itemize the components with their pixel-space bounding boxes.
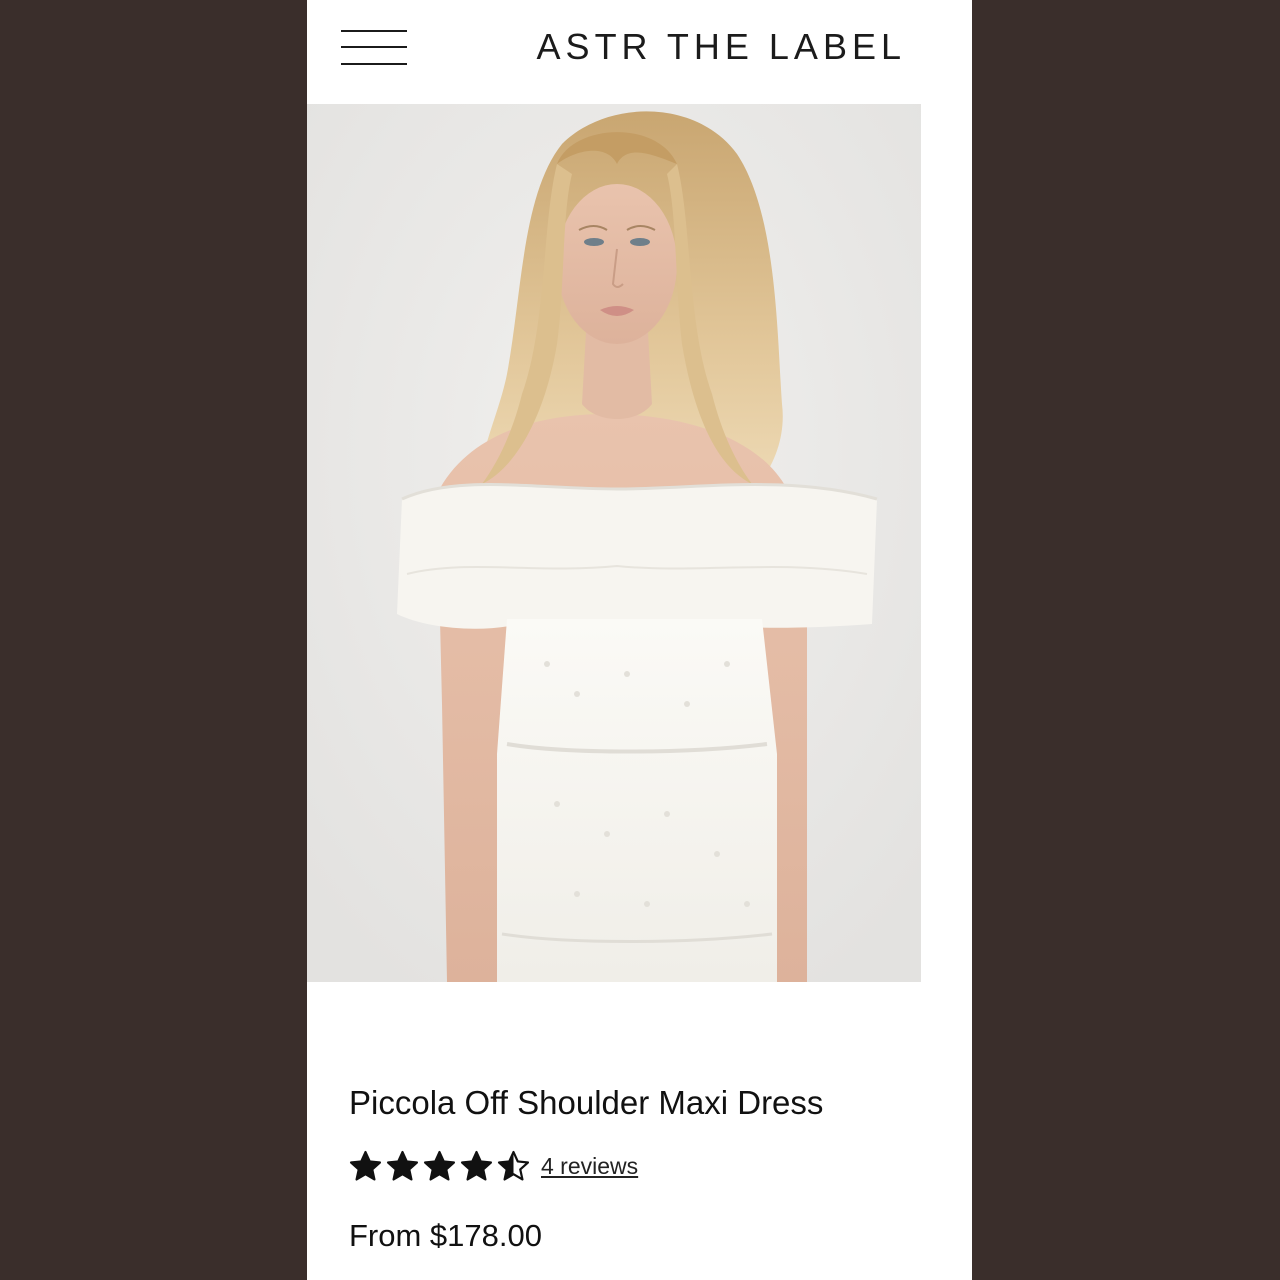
star-rating — [349, 1150, 530, 1183]
menu-line — [341, 63, 407, 65]
product-photo-illustration — [307, 104, 921, 982]
star-full-icon — [386, 1150, 419, 1181]
product-price: From $178.00 — [349, 1218, 542, 1253]
hamburger-menu-icon[interactable] — [341, 30, 407, 66]
product-rating[interactable]: 4 reviews — [349, 1146, 638, 1186]
star-full-icon — [349, 1150, 382, 1181]
site-header: ASTR THE LABEL — [307, 0, 972, 104]
star-half-icon — [497, 1150, 530, 1181]
reviews-link[interactable]: 4 reviews — [541, 1153, 638, 1180]
star-full-icon — [460, 1150, 493, 1181]
mobile-page: ASTR THE LABEL Piccola Off Shoulder Maxi… — [307, 0, 972, 1280]
star-full-icon — [423, 1150, 456, 1181]
brand-logo[interactable]: ASTR THE LABEL — [537, 26, 906, 68]
menu-line — [341, 46, 407, 48]
product-title: Piccola Off Shoulder Maxi Dress — [349, 1084, 824, 1121]
product-image[interactable] — [307, 104, 921, 982]
menu-line — [341, 30, 407, 32]
